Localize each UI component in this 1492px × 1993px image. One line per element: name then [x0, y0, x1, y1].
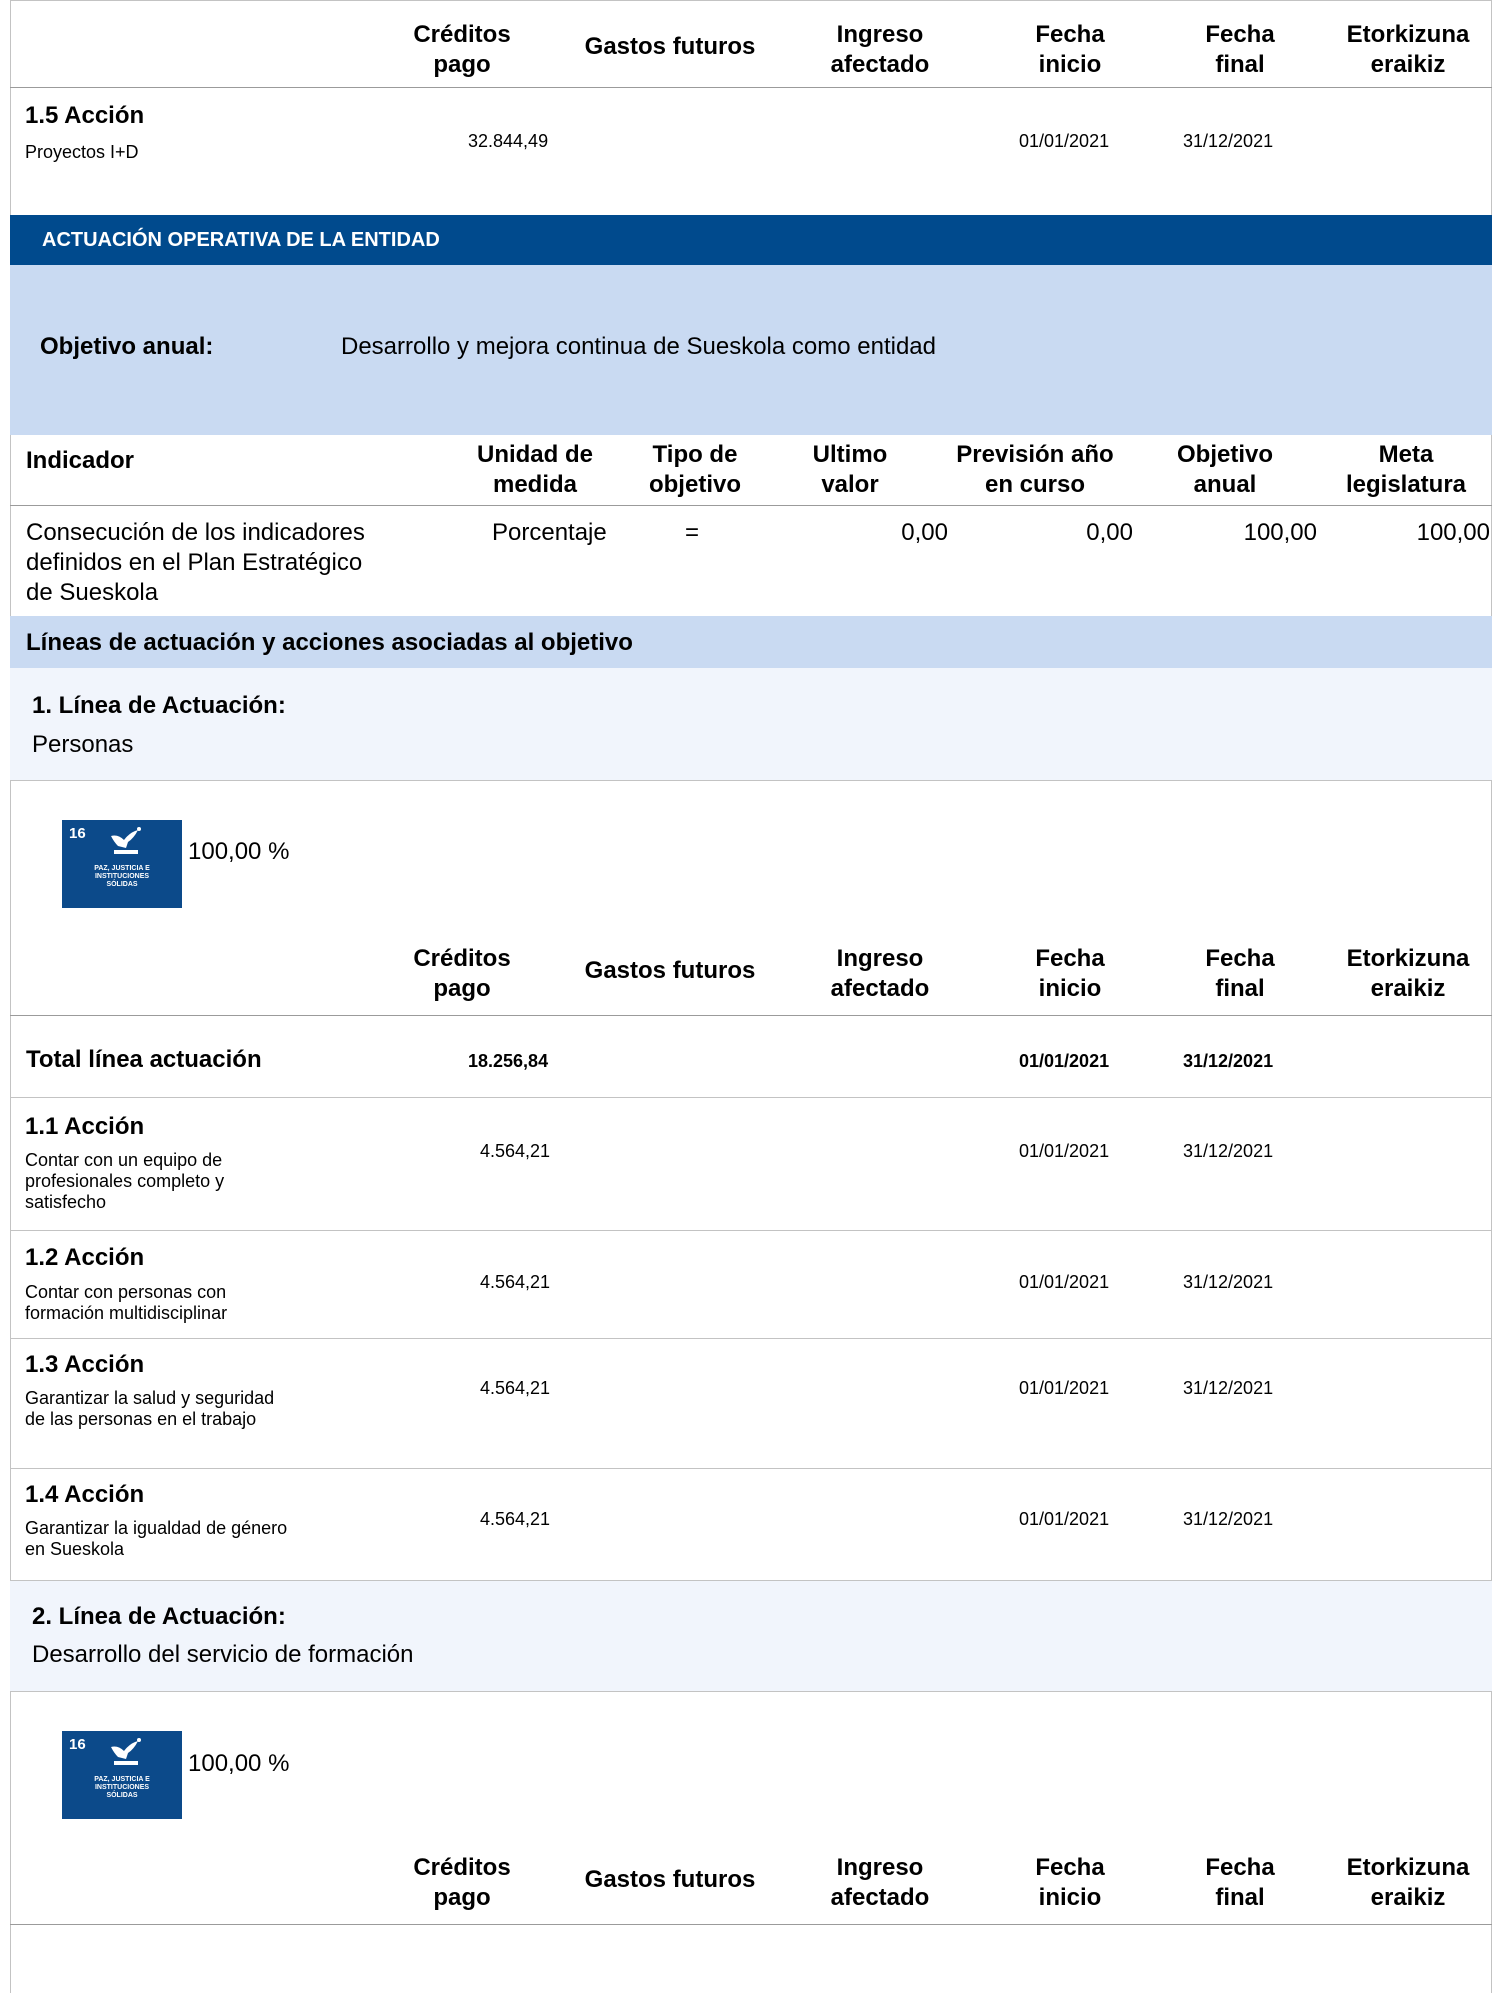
col-fecha-final: Fecha final [1205, 21, 1275, 78]
col-fecha-inicio: Fecha inicio [1035, 945, 1105, 1002]
col-etorkizuna-eraikiz: Etorkizuna eraikiz [1346, 1854, 1470, 1911]
header-divider [10, 87, 1492, 88]
dove-gavel-icon [111, 827, 141, 854]
section-header: ACTUACIÓN OPERATIVA DE LA ENTIDAD [10, 215, 1492, 265]
sdg-16-badge-2: 16 PAZ, JUSTICIA E INSTITUCIONES SÓLIDAS [62, 1731, 182, 1819]
dove-gavel-icon [111, 1738, 141, 1765]
creditos-value: 4.564,21 [480, 1141, 551, 1161]
action-desc: Garantizar la salud y seguridad de las p… [25, 1388, 275, 1429]
linea-1-name: Personas [32, 731, 134, 758]
lineas-band: Líneas de actuación y acciones asociadas… [10, 616, 1492, 668]
col-ingreso-afectado: Ingreso afectado [830, 21, 930, 78]
row-divider [10, 1097, 1492, 1098]
objetivo-band: Objetivo anual: Desarrollo y mejora cont… [10, 265, 1492, 435]
col-fecha-inicio: Fecha inicio [1035, 21, 1105, 78]
indicator-meta: 100,00 [1416, 519, 1490, 546]
linea-1-band: 1. Línea de Actuación: Personas [10, 668, 1492, 780]
creditos-value: 4.564,21 [480, 1509, 551, 1529]
indicator-tipo: = [685, 519, 700, 546]
indicator-unidad: Porcentaje [492, 519, 607, 546]
ind-col-objetivo: Objetivo anual [1176, 441, 1273, 498]
action-desc: Proyectos I+D [25, 142, 139, 162]
sdg-text: PAZ, JUSTICIA E INSTITUCIONES SÓLIDAS [94, 865, 150, 888]
linea-2-band: 2. Línea de Actuación: Desarrollo del se… [10, 1580, 1492, 1691]
action-desc: Contar con un equipo de profesionales co… [25, 1150, 225, 1212]
ind-col-meta: Meta legislatura [1345, 441, 1467, 498]
header-2-divider [10, 1015, 1492, 1016]
section-title: ACTUACIÓN OPERATIVA DE LA ENTIDAD [42, 229, 440, 251]
creditos-value: 4.564,21 [480, 1378, 551, 1398]
action-title: 1.4 Acción [25, 1481, 145, 1508]
indicator-ultimo: 0,00 [901, 519, 948, 546]
col-etorkizuna-eraikiz: Etorkizuna eraikiz [1346, 945, 1470, 1002]
col-fecha-final: Fecha final [1205, 945, 1275, 1002]
total-creditos: 18.256,84 [468, 1051, 549, 1071]
action-desc: Garantizar la igualdad de género en Sues… [25, 1518, 288, 1559]
objetivo-text: Desarrollo y mejora continua de Sueskola… [341, 333, 936, 360]
linea-2-divider [10, 1691, 1492, 1692]
row-divider [10, 1230, 1492, 1231]
fecha-inicio-value: 01/01/2021 [1019, 1378, 1110, 1398]
lineas-title: Líneas de actuación y acciones asociadas… [26, 629, 633, 656]
action-title: 1.2 Acción [25, 1244, 145, 1271]
ind-col-indicador: Indicador [26, 447, 135, 474]
action-title: 1.5 Acción [25, 102, 145, 129]
col-fecha-inicio: Fecha inicio [1035, 1854, 1105, 1911]
fecha-final-value: 31/12/2021 [1183, 1141, 1274, 1161]
action-title: 1.3 Acción [25, 1351, 145, 1378]
page: Créditos pago Gastos futuros Ingreso afect… [10, 0, 1492, 1993]
sdg-percentage-2: 100,00 % [188, 1750, 290, 1777]
ind-col-ultimo: Ultimo valor [812, 441, 888, 498]
indicator-objetivo: 100,00 [1243, 519, 1317, 546]
sdg-16-badge-1: 16 PAZ, JUSTICIA E INSTITUCIONES SÓLIDAS [62, 820, 182, 908]
col-creditos-pago: Créditos pago [413, 21, 511, 78]
linea-1-label: 1. Línea de Actuación: [32, 692, 286, 719]
col-etorkizuna-eraikiz: Etorkizuna eraikiz [1346, 21, 1470, 78]
col-creditos-pago: Créditos pago [413, 1854, 511, 1911]
sdg-number: 16 [69, 1736, 86, 1753]
indicator-header-divider [10, 505, 1492, 506]
fecha-inicio-value: 01/01/2021 [1019, 1141, 1110, 1161]
col-gastos-futuros: Gastos futuros [584, 33, 756, 60]
top-border [10, 0, 1492, 1]
indicator-prevision: 0,00 [1086, 519, 1133, 546]
total-inicio: 01/01/2021 [1019, 1051, 1110, 1071]
col-gastos-futuros: Gastos futuros [584, 1866, 756, 1893]
action-desc: Contar con personas con formación multid… [25, 1282, 228, 1323]
ind-col-unidad: Unidad de medida [476, 441, 593, 498]
total-final: 31/12/2021 [1183, 1051, 1274, 1071]
row-divider [10, 1468, 1492, 1469]
fecha-final-value: 31/12/2021 [1183, 1509, 1274, 1529]
sdg-number: 16 [69, 825, 86, 842]
fecha-final-value: 31/12/2021 [1183, 131, 1274, 151]
fecha-inicio-value: 01/01/2021 [1019, 1509, 1110, 1529]
linea-1-divider [10, 780, 1492, 781]
linea-2-label: 2. Línea de Actuación: [32, 1603, 286, 1630]
action-title: 1.1 Acción [25, 1113, 145, 1140]
creditos-value: 32.844,49 [468, 131, 549, 151]
total-label: Total línea actuación [26, 1046, 262, 1073]
ind-col-prevision: Previsión año en curso [956, 441, 1114, 498]
sdg-percentage-1: 100,00 % [188, 838, 290, 865]
row-divider [10, 1338, 1492, 1339]
creditos-value: 4.564,21 [480, 1272, 551, 1292]
ind-col-tipo: Tipo de objetivo [648, 441, 741, 498]
fecha-inicio-value: 01/01/2021 [1019, 1272, 1110, 1292]
sdg-text: PAZ, JUSTICIA E INSTITUCIONES SÓLIDAS [94, 1776, 150, 1799]
col-fecha-final: Fecha final [1205, 1854, 1275, 1911]
col-creditos-pago: Créditos pago [413, 945, 511, 1002]
fecha-inicio-value: 01/01/2021 [1019, 131, 1110, 151]
linea-2-name: Desarrollo del servicio de formación [32, 1641, 414, 1668]
col-ingreso-afectado: Ingreso afectado [830, 1854, 930, 1911]
col-ingreso-afectado: Ingreso afectado [830, 945, 930, 1002]
indicator-name: Consecución de los indicadores definidos… [26, 519, 365, 606]
fecha-final-value: 31/12/2021 [1183, 1272, 1274, 1292]
col-gastos-futuros: Gastos futuros [584, 957, 756, 984]
fecha-final-value: 31/12/2021 [1183, 1378, 1274, 1398]
header-3-divider [10, 1924, 1492, 1925]
objetivo-label: Objetivo anual: [40, 333, 214, 360]
